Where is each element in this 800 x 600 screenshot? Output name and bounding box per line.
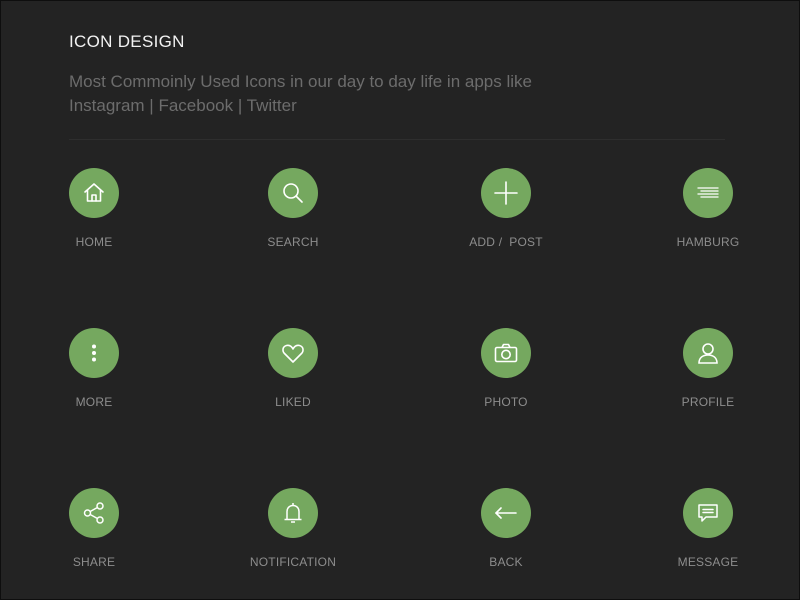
- message-icon: [698, 504, 718, 522]
- icon-item-share[interactable]: SHARE: [19, 488, 169, 588]
- page-subtitle: Most Commoinly Used Icons in our day to …: [69, 70, 589, 118]
- hamburger-button[interactable]: [683, 168, 733, 218]
- icon-item-hamburg[interactable]: HAMBURG: [633, 168, 783, 268]
- icon-label: ADD / POST: [469, 235, 543, 249]
- icon-label: NOTIFICATION: [249, 555, 337, 569]
- user-icon: [698, 343, 718, 364]
- subtitle-line-1: Most Commoinly Used Icons in our day to …: [69, 72, 532, 91]
- icon-item-back[interactable]: BACK: [431, 488, 581, 588]
- subtitle-line-2: Instagram | Facebook | Twitter: [69, 96, 297, 115]
- hamburger-icon: [697, 187, 719, 198]
- message-button[interactable]: [683, 488, 733, 538]
- canvas: ICON DESIGN Most Commoinly Used Icons in…: [0, 0, 800, 600]
- icon-item-profile[interactable]: PROFILE: [633, 328, 783, 428]
- share-icon: [83, 502, 104, 524]
- more-button[interactable]: [69, 328, 119, 378]
- search-button[interactable]: [268, 168, 318, 218]
- icon-item-liked[interactable]: LIKED: [218, 328, 368, 428]
- icon-label: MESSAGE: [677, 555, 739, 569]
- bell-icon: [284, 503, 302, 523]
- back-button[interactable]: [481, 488, 531, 538]
- icon-item-notification[interactable]: NOTIFICATION: [218, 488, 368, 588]
- icon-label: SEARCH: [267, 235, 319, 249]
- divider: [69, 139, 725, 140]
- icon-item-search[interactable]: SEARCH: [218, 168, 368, 268]
- icon-item-home[interactable]: HOME: [19, 168, 169, 268]
- photo-button[interactable]: [481, 328, 531, 378]
- icon-item-message[interactable]: MESSAGE: [633, 488, 783, 588]
- share-button[interactable]: [69, 488, 119, 538]
- icon-item-photo[interactable]: PHOTO: [431, 328, 581, 428]
- add-post-button[interactable]: [481, 168, 531, 218]
- home-button[interactable]: [69, 168, 119, 218]
- icon-label: BACK: [489, 555, 523, 569]
- icon-label: PROFILE: [681, 395, 735, 409]
- arrow-left-icon: [495, 507, 517, 519]
- more-vertical-icon: [92, 344, 96, 362]
- icon-item-add-post[interactable]: ADD / POST: [431, 168, 581, 268]
- plus-icon: [494, 181, 518, 205]
- camera-icon: [494, 343, 518, 363]
- icon-label: MORE: [75, 395, 113, 409]
- icon-label: LIKED: [275, 395, 311, 409]
- notification-button[interactable]: [268, 488, 318, 538]
- search-icon: [283, 183, 303, 203]
- like-button[interactable]: [268, 328, 318, 378]
- home-icon: [84, 183, 104, 202]
- icon-label: HOME: [75, 235, 113, 249]
- icon-item-more[interactable]: MORE: [19, 328, 169, 428]
- page-title: ICON DESIGN: [69, 32, 185, 51]
- icon-label: SHARE: [72, 555, 116, 569]
- icon-label: PHOTO: [484, 395, 528, 409]
- profile-button[interactable]: [683, 328, 733, 378]
- icon-label: HAMBURG: [676, 235, 740, 249]
- heart-icon: [282, 344, 304, 363]
